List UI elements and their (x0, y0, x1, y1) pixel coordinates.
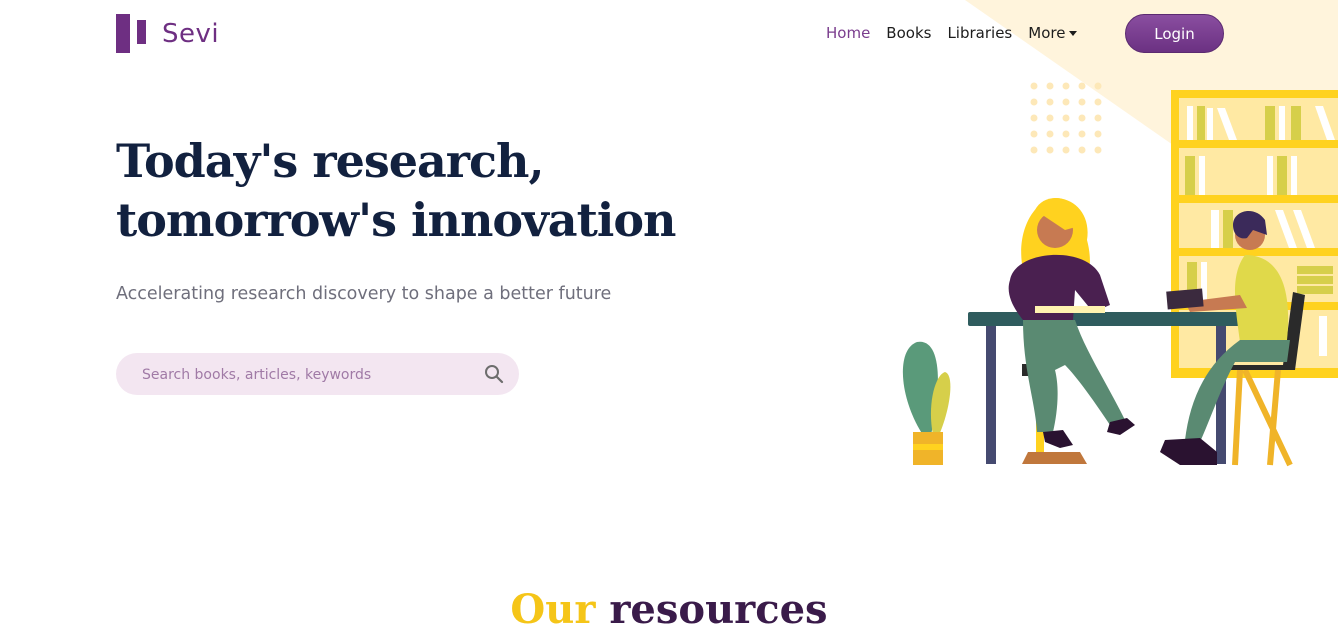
resources-heading: Our resources (0, 586, 1338, 633)
main-nav: Home Books Libraries More (826, 24, 1078, 42)
resources-heading-rest: resources (609, 586, 828, 633)
nav-more-dropdown[interactable]: More (1028, 24, 1078, 42)
brand-name: Sevi (162, 18, 220, 49)
nav-home[interactable]: Home (826, 24, 870, 42)
nav-libraries[interactable]: Libraries (947, 24, 1012, 42)
brand-logo[interactable]: Sevi (116, 14, 219, 53)
nav-more-label: More (1028, 24, 1066, 42)
library-illustration (902, 82, 1338, 467)
search-icon[interactable] (484, 364, 504, 384)
nav-books[interactable]: Books (886, 24, 931, 42)
resources-heading-accent: Our (510, 586, 596, 633)
hero-title: Today's research, tomorrow's innovation (116, 132, 676, 250)
hero-title-line1: Today's research, (116, 134, 545, 188)
caret-down-icon (1069, 31, 1078, 36)
logo-mark-icon (116, 14, 148, 53)
hero-title-line2: tomorrow's innovation (116, 193, 676, 247)
dot-pattern (1030, 82, 1102, 154)
plant (902, 341, 951, 465)
search-input[interactable] (140, 353, 474, 397)
search-bar (116, 353, 519, 397)
hero-subtitle: Accelerating research discovery to shape… (116, 284, 612, 304)
login-button[interactable]: Login (1125, 14, 1224, 53)
